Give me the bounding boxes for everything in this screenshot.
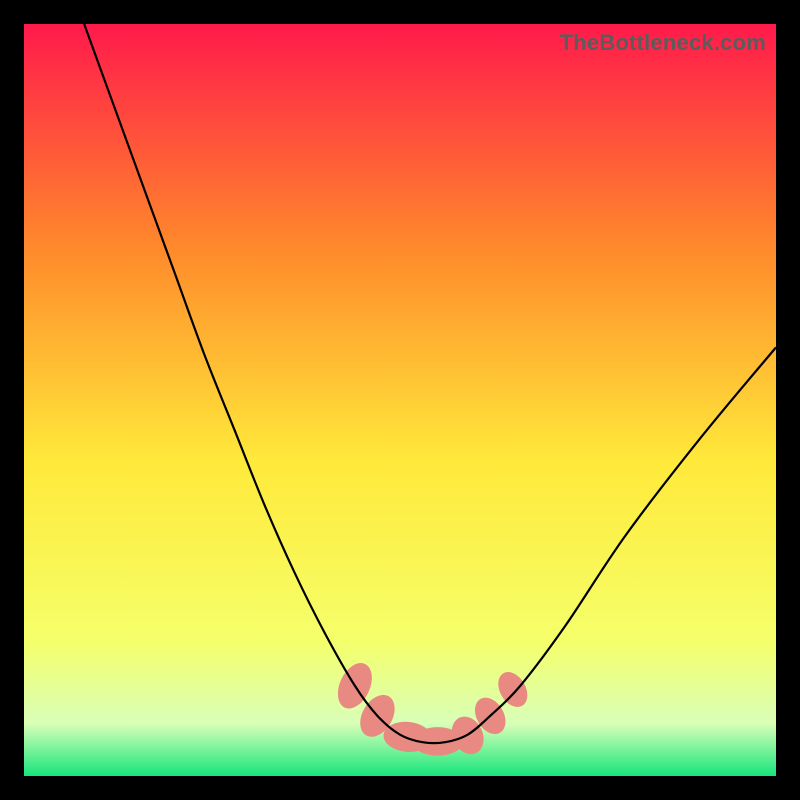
plot-area: TheBottleneck.com bbox=[24, 24, 776, 776]
chart-svg bbox=[24, 24, 776, 776]
watermark-text: TheBottleneck.com bbox=[560, 30, 766, 56]
chart-frame: TheBottleneck.com bbox=[0, 0, 800, 800]
gradient-background bbox=[24, 24, 776, 776]
